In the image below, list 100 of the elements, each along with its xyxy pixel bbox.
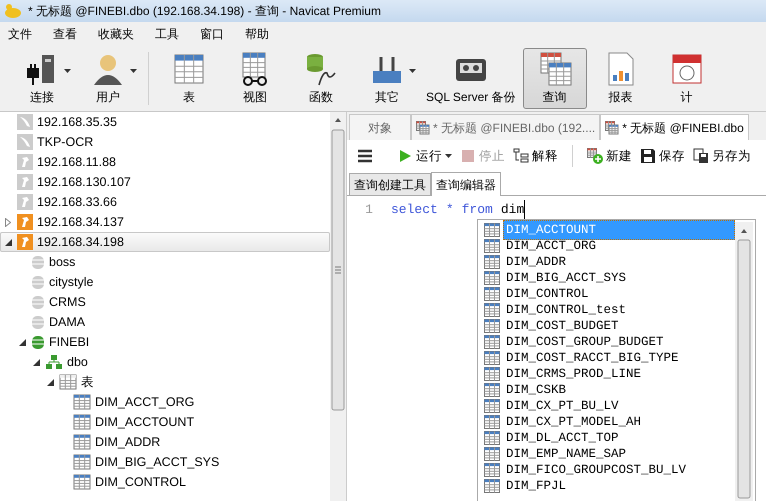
suggestion-item[interactable]: DIM_EMP_NAME_SAP: [484, 446, 735, 462]
table-icon: [484, 223, 500, 237]
tree-label: 192.168.33.66: [37, 194, 117, 211]
tab[interactable]: 对象: [349, 114, 411, 140]
tree-label: DIM_ADDR: [95, 434, 160, 451]
tree-item[interactable]: DIM_BIG_ACCT_SYS: [0, 452, 330, 472]
tree-item[interactable]: DAMA: [0, 312, 330, 332]
tree-label: dbo: [67, 354, 88, 371]
table-icon: [484, 431, 500, 445]
tree-item[interactable]: dbo: [0, 352, 330, 372]
toolbar-button[interactable]: 视图: [223, 48, 287, 109]
table-icon: [484, 463, 500, 477]
table-icon: [484, 239, 500, 253]
table-icon: [73, 434, 91, 450]
suggestion-item[interactable]: DIM_COST_RACCT_BIG_TYPE: [484, 350, 735, 366]
vertical-scrollbar[interactable]: [735, 222, 753, 501]
table-icon: [59, 374, 77, 390]
tree-item[interactable]: 192.168.11.88: [0, 152, 330, 172]
tree-item[interactable]: citystyle: [0, 272, 330, 292]
suggestion-item[interactable]: DIM_CRMS_PROD_LINE: [484, 366, 735, 382]
suggestion-item[interactable]: DIM_CX_PT_BU_LV: [484, 398, 735, 414]
suggestion-item[interactable]: DIM_BIG_ACCT_SYS: [484, 270, 735, 286]
suggestion-item[interactable]: DIM_CX_PT_MODEL_AH: [484, 414, 735, 430]
tree-item[interactable]: CRMS: [0, 292, 330, 312]
tree-item[interactable]: 表: [0, 372, 330, 392]
dolphin-icon: [17, 134, 33, 150]
toolbar-button[interactable]: 另存为: [693, 146, 751, 166]
suggestion-item[interactable]: DIM_CONTROL: [484, 286, 735, 302]
tab[interactable]: * 无标题 @FINEBI.dbo (192....: [411, 114, 600, 140]
tree-item[interactable]: 192.168.34.137: [0, 212, 330, 232]
save-icon: [640, 148, 656, 164]
suggestion-item[interactable]: DIM_DL_ACCT_TOP: [484, 430, 735, 446]
toolbar-button[interactable]: 函数: [289, 48, 353, 109]
toolbar-button[interactable]: 新建: [587, 146, 632, 166]
menu-item[interactable]: 查看: [45, 25, 90, 43]
tree-item[interactable]: FINEBI: [0, 332, 330, 352]
toolbar-button[interactable]: SQL Server 备份: [421, 48, 521, 109]
toolbar-button[interactable]: 报表: [588, 48, 653, 109]
menu-item[interactable]: 帮助: [237, 25, 282, 43]
suggestion-item[interactable]: DIM_COST_GROUP_BUDGET: [484, 334, 735, 350]
toolbar-button[interactable]: 保存: [640, 146, 685, 166]
tree-item[interactable]: DIM_CONTROL: [0, 472, 330, 492]
tree-label: boss: [49, 254, 76, 271]
suggestion-item[interactable]: DIM_COST_BUDGET: [484, 318, 735, 334]
suggestion-item[interactable]: DIM_FICO_GROUPCOST_BU_LV: [484, 462, 735, 478]
dolphin-icon: [17, 114, 33, 130]
code-token: *: [446, 201, 454, 219]
tree-label: TKP-OCR: [37, 134, 94, 151]
tree-label: 192.168.34.198: [37, 234, 124, 251]
tree-item[interactable]: 192.168.34.198: [0, 232, 330, 252]
schema-icon: [45, 354, 63, 370]
menu-item[interactable]: 收藏夹: [90, 25, 147, 43]
table-icon: [73, 414, 91, 430]
menu-icon: [357, 148, 373, 164]
table-icon: [484, 415, 500, 429]
tree-label: CRMS: [49, 294, 86, 311]
menu-item[interactable]: 窗口: [192, 25, 237, 43]
code-token: from: [462, 201, 493, 219]
stop-icon: [460, 148, 476, 164]
menu-item[interactable]: 文件: [0, 25, 45, 43]
table-icon: [484, 319, 500, 333]
table-icon: [484, 447, 500, 461]
suggestion-item[interactable]: DIM_ACCT_ORG: [484, 238, 735, 254]
toolbar-button[interactable]: 表: [157, 48, 221, 109]
tree-item[interactable]: 192.168.35.35: [0, 112, 330, 132]
toolbar-button[interactable]: 用户: [76, 48, 140, 109]
tree-label: DAMA: [49, 314, 86, 331]
toolbar-button[interactable]: 其它: [355, 48, 419, 109]
menu-button[interactable]: [357, 148, 373, 164]
toolbar-button[interactable]: 解释: [513, 146, 558, 166]
toolbar-button[interactable]: 运行: [397, 146, 452, 166]
tree-label: DIM_ACCT_ORG: [95, 394, 194, 411]
tree-label: DIM_BIG_ACCT_SYS: [95, 454, 220, 471]
tab[interactable]: * 无标题 @FINEBI.dbo: [600, 114, 749, 140]
table-icon: [484, 383, 500, 397]
menu-item[interactable]: 工具: [147, 25, 192, 43]
table-icon: [484, 335, 500, 349]
tree-item[interactable]: 192.168.130.107: [0, 172, 330, 192]
suggestion-item[interactable]: DIM_CSKB: [484, 382, 735, 398]
suggestion-item[interactable]: DIM_CONTROL_test: [484, 302, 735, 318]
suggestion-item[interactable]: DIM_ADDR: [484, 254, 735, 270]
tab[interactable]: 查询创建工具: [349, 173, 431, 195]
table-icon: [73, 474, 91, 490]
tree-label: FINEBI: [49, 334, 90, 351]
tree-item[interactable]: DIM_ACCT_ORG: [0, 392, 330, 412]
table-icon: [73, 454, 91, 470]
table-icon: [484, 367, 500, 381]
tab[interactable]: 查询编辑器: [431, 172, 501, 196]
tree-label: 192.168.130.107: [37, 174, 131, 191]
toolbar-button[interactable]: 查询: [522, 48, 587, 109]
tree-label: 表: [81, 374, 94, 391]
toolbar-button[interactable]: 计: [654, 48, 719, 109]
tree-item[interactable]: DIM_ACCTOUNT: [0, 412, 330, 432]
suggestion-item[interactable]: DIM_FPJL: [484, 478, 735, 494]
table-icon: [484, 399, 500, 413]
toolbar-button[interactable]: 连接: [10, 48, 74, 109]
tree-item[interactable]: DIM_ADDR: [0, 432, 330, 452]
tree-item[interactable]: 192.168.33.66: [0, 192, 330, 212]
tree-item[interactable]: TKP-OCR: [0, 132, 330, 152]
tree-item[interactable]: boss: [0, 252, 330, 272]
